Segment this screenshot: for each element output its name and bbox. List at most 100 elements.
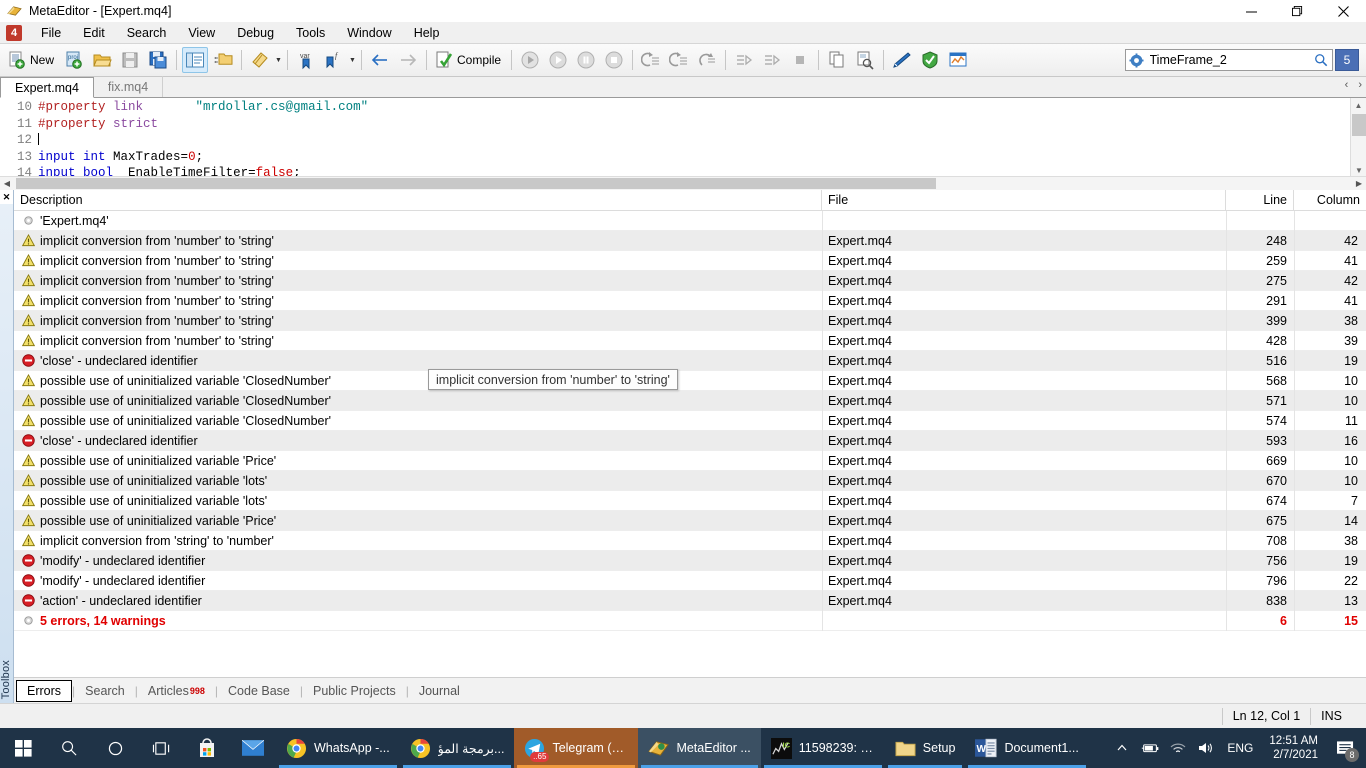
search-input[interactable]	[1148, 53, 1311, 67]
table-row[interactable]: possible use of uninitialized variable '…	[14, 391, 1366, 411]
open-file-button[interactable]	[89, 47, 115, 73]
column-header-description[interactable]: Description	[14, 190, 822, 211]
taskbar-app-telegram[interactable]: ..65Telegram (1...	[514, 728, 638, 768]
table-row[interactable]: possible use of uninitialized variable '…	[14, 471, 1366, 491]
table-row[interactable]: implicit conversion from 'number' to 'st…	[14, 331, 1366, 351]
chart-button[interactable]	[945, 47, 971, 73]
hscroll-track[interactable]	[14, 177, 1352, 191]
minimize-button[interactable]	[1228, 0, 1274, 22]
taskbar-app-metatrader[interactable]: IC11598239: IC...	[761, 728, 885, 768]
table-row[interactable]: possible use of uninitialized variable '…	[14, 451, 1366, 471]
editor-vertical-scrollbar[interactable]: ▲ ▼	[1350, 98, 1366, 178]
table-row[interactable]: implicit conversion from 'number' to 'st…	[14, 251, 1366, 271]
table-row[interactable]: possible use of uninitialized variable '…	[14, 491, 1366, 511]
watch-function-button[interactable]: f	[321, 47, 347, 73]
watch-dropdown-caret[interactable]: ▼	[348, 57, 357, 64]
taskbar-app-chrome[interactable]: WhatsApp -...	[276, 728, 400, 768]
search-icon[interactable]	[1311, 53, 1333, 67]
code-editor[interactable]: 10#property link "mrdollar.cs@gmail.com"…	[0, 98, 1366, 178]
table-row[interactable]: implicit conversion from 'number' to 'st…	[14, 291, 1366, 311]
table-row[interactable]: 'close' - undeclared identifierExpert.mq…	[14, 431, 1366, 451]
table-row[interactable]: implicit conversion from 'string' to 'nu…	[14, 531, 1366, 551]
scroll-left-icon[interactable]: ◀	[0, 179, 14, 188]
forward-button[interactable]	[395, 47, 421, 73]
close-button[interactable]	[1320, 0, 1366, 22]
table-row[interactable]: 'modify' - undeclared identifierExpert.m…	[14, 551, 1366, 571]
start-debug-button[interactable]	[545, 47, 571, 73]
menu-file[interactable]: File	[30, 24, 72, 42]
table-row[interactable]: implicit conversion from 'number' to 'st…	[14, 231, 1366, 251]
menu-tools[interactable]: Tools	[285, 24, 336, 42]
taskbar-app-word[interactable]: WDocument1...	[965, 728, 1088, 768]
tray-chevron-icon[interactable]	[1109, 728, 1135, 768]
store-icon[interactable]	[184, 728, 230, 768]
table-row[interactable]: possible use of uninitialized variable '…	[14, 411, 1366, 431]
errors-summary-row[interactable]: 5 errors, 14 warnings615	[14, 611, 1366, 631]
menu-search[interactable]: Search	[116, 24, 178, 42]
taskbar-app-chrome[interactable]: برمجة المؤ...	[400, 728, 515, 768]
menu-help[interactable]: Help	[403, 24, 451, 42]
search-box[interactable]	[1125, 49, 1333, 71]
wifi-icon[interactable]	[1165, 728, 1191, 768]
cortana-icon[interactable]	[92, 728, 138, 768]
pause-debug-button[interactable]	[573, 47, 599, 73]
doc-tab-fix[interactable]: fix.mq4	[94, 76, 163, 97]
column-header-file[interactable]: File	[822, 190, 1226, 211]
save-button[interactable]	[117, 47, 143, 73]
doc-tab-expert[interactable]: Expert.mq4	[0, 77, 94, 98]
doc-tab-next-icon[interactable]: ›	[1358, 79, 1362, 91]
errors-group-row[interactable]: 'Expert.mq4'	[14, 211, 1366, 231]
mail-icon[interactable]	[230, 728, 276, 768]
preview-button[interactable]	[852, 47, 878, 73]
gear-icon[interactable]	[1126, 53, 1148, 68]
language-indicator[interactable]: ENG	[1221, 728, 1259, 768]
styler-pen-button[interactable]	[889, 47, 915, 73]
taskbar-app-folder[interactable]: Setup	[885, 728, 966, 768]
bottom-tab-errors[interactable]: Errors	[16, 680, 72, 702]
back-button[interactable]	[367, 47, 393, 73]
column-header-line[interactable]: Line	[1226, 190, 1294, 211]
start-icon[interactable]	[0, 728, 46, 768]
taskbar-app-metaeditor[interactable]: MetaEditor ...	[638, 728, 760, 768]
editor-horizontal-scrollbar[interactable]: ◀ ▶	[0, 176, 1366, 190]
table-row[interactable]: 'action' - undeclared identifierExpert.m…	[14, 591, 1366, 611]
start-debug-realdata-button[interactable]	[517, 47, 543, 73]
bottom-tab-code-base[interactable]: Code Base	[218, 681, 300, 701]
compile-button[interactable]: Compile	[432, 47, 506, 73]
scroll-right-icon[interactable]: ▶	[1352, 179, 1366, 188]
table-row[interactable]: implicit conversion from 'number' to 'st…	[14, 271, 1366, 291]
table-row[interactable]: implicit conversion from 'number' to 'st…	[14, 311, 1366, 331]
clock[interactable]: 12:51 AM 2/7/2021	[1261, 734, 1326, 762]
menu-edit[interactable]: Edit	[72, 24, 116, 42]
menu-window[interactable]: Window	[336, 24, 402, 42]
scroll-thumb[interactable]	[1352, 114, 1366, 136]
table-row[interactable]: possible use of uninitialized variable '…	[14, 371, 1366, 391]
bottom-tab-public-projects[interactable]: Public Projects	[303, 681, 406, 701]
styler-dropdown-caret[interactable]: ▼	[274, 57, 283, 64]
search-icon[interactable]	[46, 728, 92, 768]
volume-icon[interactable]	[1193, 728, 1219, 768]
toolbox-close-button[interactable]: ✕	[0, 190, 13, 204]
bottom-tab-search[interactable]: Search	[75, 681, 135, 701]
step-into-button[interactable]	[638, 47, 664, 73]
outdent-button[interactable]	[759, 47, 785, 73]
step-over-button[interactable]	[666, 47, 692, 73]
table-row[interactable]: 'close' - undeclared identifierExpert.mq…	[14, 351, 1366, 371]
task-view-icon[interactable]	[138, 728, 184, 768]
hscroll-thumb[interactable]	[16, 178, 936, 189]
copy-button[interactable]	[824, 47, 850, 73]
maximize-button[interactable]	[1274, 0, 1320, 22]
messages-badge[interactable]: 5	[1335, 49, 1359, 71]
code-text[interactable]: 10#property link "mrdollar.cs@gmail.com"…	[0, 98, 1366, 178]
indent-button[interactable]	[731, 47, 757, 73]
menu-view[interactable]: View	[177, 24, 226, 42]
navigator-toggle-button[interactable]	[182, 47, 208, 73]
bottom-tab-articles[interactable]: Articles998	[138, 681, 215, 701]
new-project-button[interactable]: proj	[61, 47, 87, 73]
checkmark-shield-button[interactable]	[917, 47, 943, 73]
battery-icon[interactable]	[1137, 728, 1163, 768]
save-all-button[interactable]	[145, 47, 171, 73]
stop-debug-button[interactable]	[601, 47, 627, 73]
action-center-icon[interactable]: 8	[1328, 728, 1362, 768]
bottom-tab-journal[interactable]: Journal	[409, 681, 470, 701]
